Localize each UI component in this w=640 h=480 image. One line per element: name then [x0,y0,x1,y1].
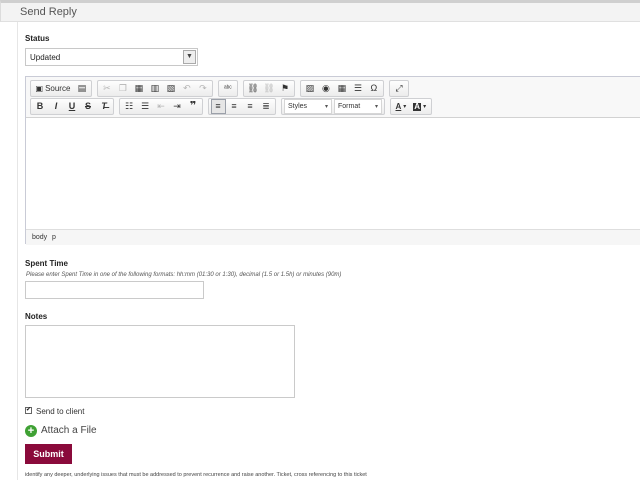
toolbar-group-styles: Styles ▾ Format ▾ [281,98,385,115]
spent-time-hint: Please enter Spent Time in one of the fo… [26,272,342,278]
plus-circle-icon[interactable]: + [25,425,37,437]
notes-label: Notes [25,312,48,321]
panel-header: Send Reply [0,0,640,22]
paste-text-icon[interactable]: ▥ [147,81,162,96]
format-label: Format [338,103,361,110]
toolbar-group-spell: ᵃᵇᶜ [217,80,238,97]
outdent-icon[interactable]: ⇤ [154,99,169,114]
redo-icon[interactable]: ↷ [195,81,210,96]
align-center-icon[interactable]: ≡ [227,99,242,114]
copy-icon[interactable]: ❐ [115,81,130,96]
toolbar-row-1: ▣ Source ▤ ✂ ❐ ▦ ▥ ▧ ↶ ↷ ᵃᵇᶜ ⛓ ⛓ ⚑ ▨ ◉ ▦… [30,80,414,97]
toolbar-row-2: B I U S T̶ ☷ ☰ ⇤ ⇥ ❞ ≡ ≡ ≡ ≣ Styles ▾ Fo… [30,98,437,115]
remove-format-icon[interactable]: T̶ [97,99,112,114]
toolbar-group-insert: ▨ ◉ ▦ ☰ Ω [299,80,384,97]
underline-icon[interactable]: U [65,99,80,114]
image-icon[interactable]: ▨ [302,81,317,96]
path-item-body[interactable]: body [32,234,47,241]
attach-file-link[interactable]: Attach a File [41,425,97,436]
spellcheck-icon[interactable]: ᵃᵇᶜ [220,81,235,96]
source-button[interactable]: ▣ Source [33,81,74,96]
numbered-list-icon[interactable]: ☷ [122,99,137,114]
format-dropdown[interactable]: Format ▾ [334,99,382,114]
path-item-p[interactable]: p [52,234,56,241]
anchor-flag-icon[interactable]: ⚑ [277,81,292,96]
horizontal-rule-icon[interactable]: ☰ [350,81,365,96]
link-icon[interactable]: ⛓ [245,81,260,96]
table-icon[interactable]: ▦ [334,81,349,96]
footer-note: identify any deeper, underlying issues t… [25,472,367,478]
notes-textarea[interactable] [25,325,295,398]
text-color-icon: A [395,101,402,111]
toolbar-group-basic: B I U S T̶ [30,98,114,115]
toolbar-group-colors: A ▾ A ▾ [390,98,432,115]
bulleted-list-icon[interactable]: ☰ [138,99,153,114]
cut-icon[interactable]: ✂ [99,81,114,96]
spent-time-label: Spent Time [25,259,68,268]
send-to-client-label: Send to client [36,407,85,416]
justify-icon[interactable]: ≣ [259,99,274,114]
unlink-icon[interactable]: ⛓ [261,81,276,96]
toolbar-group-align: ≡ ≡ ≡ ≣ [208,98,276,115]
align-right-icon[interactable]: ≡ [243,99,258,114]
toolbar-group-lists: ☷ ☰ ⇤ ⇥ ❞ [119,98,203,115]
strike-icon[interactable]: S [81,99,96,114]
indent-icon[interactable]: ⇥ [170,99,185,114]
toolbar-group-document: ▣ Source ▤ [30,80,92,97]
panel-title: Send Reply [20,6,77,18]
bold-icon[interactable]: B [33,99,48,114]
flash-icon[interactable]: ◉ [318,81,333,96]
toolbar-group-links: ⛓ ⛓ ⚑ [242,80,295,97]
chevron-down-icon: ▾ [324,104,328,110]
paste-word-icon[interactable]: ▧ [163,81,178,96]
bg-color-icon: A [413,101,422,111]
status-label: Status [25,34,50,43]
undo-icon[interactable]: ↶ [179,81,194,96]
styles-dropdown[interactable]: Styles ▾ [284,99,332,114]
blockquote-icon[interactable]: ❞ [186,99,201,114]
align-left-icon[interactable]: ≡ [210,99,226,114]
source-button-label: Source [45,83,71,93]
bg-color-button[interactable]: A ▾ [410,99,429,114]
italic-icon[interactable]: I [49,99,64,114]
maximize-icon[interactable]: ⤢ [391,81,406,96]
special-char-icon[interactable]: Ω [366,81,381,96]
status-value: Updated [30,53,61,62]
toolbar-group-clipboard: ✂ ❐ ▦ ▥ ▧ ↶ ↷ [96,80,213,97]
status-select[interactable]: Updated ▼ [25,48,198,66]
rich-text-editor: ▣ Source ▤ ✂ ❐ ▦ ▥ ▧ ↶ ↷ ᵃᵇᶜ ⛓ ⛓ ⚑ ▨ ◉ ▦… [25,76,640,245]
templates-icon[interactable]: ▤ [74,81,89,96]
send-to-client-checkbox[interactable]: ✔ [25,407,32,414]
text-color-button[interactable]: A ▾ [393,99,410,114]
chevron-down-icon: ▾ [374,104,378,110]
editor-toolbar: ▣ Source ▤ ✂ ❐ ▦ ▥ ▧ ↶ ↷ ᵃᵇᶜ ⛓ ⛓ ⚑ ▨ ◉ ▦… [26,77,640,118]
spent-time-input[interactable] [25,281,204,299]
paste-icon[interactable]: ▦ [131,81,146,96]
submit-button[interactable]: Submit [25,444,72,464]
toolbar-group-tools: ⤢ [388,80,409,97]
chevron-down-icon: ▼ [183,50,196,64]
styles-label: Styles [288,103,308,110]
source-icon: ▣ [35,83,44,93]
editor-content-area[interactable] [26,118,640,229]
element-path-bar: body p [26,229,640,245]
chevron-down-icon: ▾ [423,103,427,110]
chevron-down-icon: ▾ [403,103,407,110]
